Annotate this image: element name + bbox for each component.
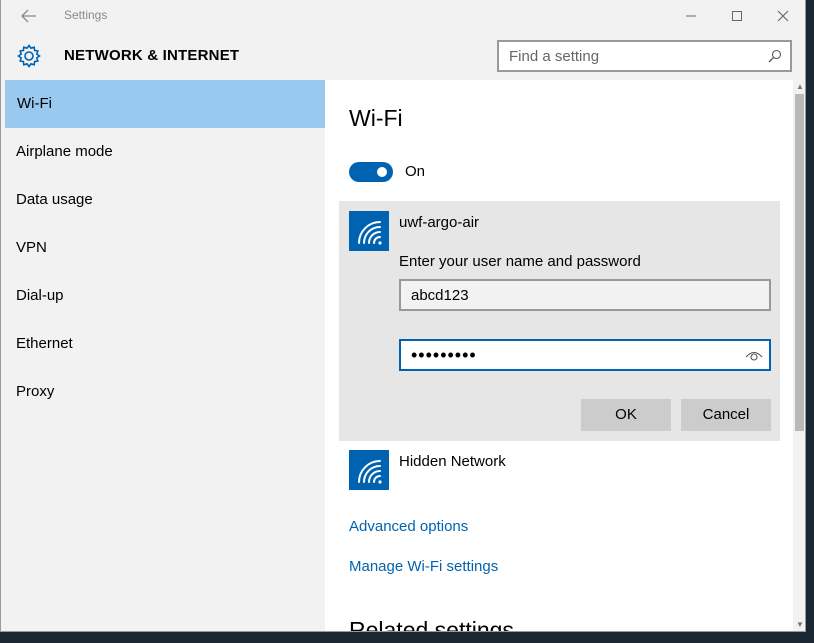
- sidebar-item-data-usage[interactable]: Data usage: [5, 176, 325, 224]
- maximize-icon: [732, 11, 742, 21]
- password-input[interactable]: [401, 341, 731, 369]
- sidebar-item-airplane-mode[interactable]: Airplane mode: [5, 128, 325, 176]
- section-title: NETWORK & INTERNET: [64, 47, 240, 64]
- eye-icon[interactable]: [745, 348, 763, 362]
- minimize-button[interactable]: [668, 0, 714, 32]
- related-settings-heading: Related settings: [349, 617, 514, 632]
- scroll-up-arrow-icon[interactable]: ▲: [795, 82, 805, 92]
- close-button[interactable]: [760, 0, 805, 32]
- back-button[interactable]: [15, 6, 43, 26]
- toggle-state-label: On: [405, 163, 426, 180]
- title-bar: Settings: [1, 0, 805, 32]
- wifi-icon: [358, 460, 382, 484]
- network-name: uwf-argo-air: [399, 214, 480, 231]
- ok-button[interactable]: OK: [581, 399, 671, 431]
- minimize-icon: [686, 15, 696, 17]
- username-field[interactable]: [399, 279, 771, 311]
- password-field[interactable]: [399, 339, 771, 371]
- sidebar: Wi-Fi Airplane mode Data usage VPN Dial-…: [1, 80, 325, 631]
- selected-network-panel[interactable]: uwf-argo-air Enter your user name and pa…: [339, 201, 780, 441]
- sidebar-item-vpn[interactable]: VPN: [5, 224, 325, 272]
- wifi-icon: [358, 221, 382, 245]
- search-icon[interactable]: [768, 49, 782, 63]
- hidden-network-tile[interactable]: [349, 450, 389, 490]
- hidden-network-name[interactable]: Hidden Network: [399, 453, 506, 470]
- sidebar-item-dial-up[interactable]: Dial-up: [5, 272, 325, 320]
- back-arrow-icon: [21, 9, 36, 23]
- search-box[interactable]: [497, 40, 792, 72]
- sidebar-item-wifi[interactable]: Wi-Fi: [5, 80, 325, 128]
- search-input[interactable]: [499, 42, 749, 70]
- content-scrollbar[interactable]: ▲ ▼: [793, 80, 805, 631]
- credentials-prompt: Enter your user name and password: [399, 253, 641, 270]
- toggle-knob: [377, 167, 387, 177]
- sidebar-item-proxy[interactable]: Proxy: [5, 368, 325, 416]
- manage-wifi-settings-link[interactable]: Manage Wi-Fi settings: [349, 558, 498, 575]
- advanced-options-link[interactable]: Advanced options: [349, 518, 468, 535]
- close-icon: [777, 10, 789, 22]
- cancel-button[interactable]: Cancel: [681, 399, 771, 431]
- maximize-button[interactable]: [714, 0, 760, 32]
- sidebar-item-ethernet[interactable]: Ethernet: [5, 320, 325, 368]
- network-tile: [349, 211, 389, 251]
- scroll-down-arrow-icon[interactable]: ▼: [795, 620, 805, 630]
- main-content: Wi-Fi On uwf-argo-air Enter your user na…: [325, 80, 793, 632]
- page-title: Wi-Fi: [349, 105, 403, 131]
- app-title: Settings: [64, 8, 108, 22]
- settings-window: Settings NETWORK & INTERNET Wi-Fi Airpla…: [0, 0, 806, 632]
- gear-icon: [17, 44, 41, 68]
- wifi-toggle[interactable]: [349, 162, 393, 182]
- scroll-thumb[interactable]: [795, 94, 804, 431]
- username-input[interactable]: [401, 281, 731, 309]
